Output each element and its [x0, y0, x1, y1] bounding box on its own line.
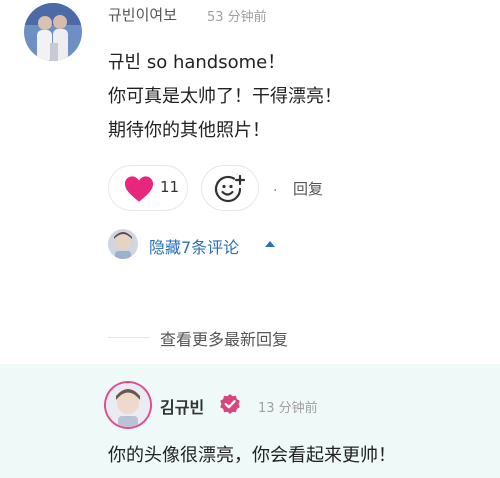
add-emoji-icon[interactable]	[214, 174, 246, 204]
verified-badge-icon	[220, 394, 240, 414]
separator-dot: ·	[273, 183, 278, 199]
comment-text-line: 규빈 so handsome！	[108, 52, 286, 73]
comment-text-line: 期待你的其他照片！	[108, 120, 270, 141]
reply-author-avatar[interactable]	[106, 383, 150, 427]
comment-thread: 규빈이여보 53 分钟前 규빈 so handsome！ 你可真是太帅了！干得漂…	[0, 0, 500, 478]
reply-author-name[interactable]: 김규빈	[160, 394, 204, 418]
heart-icon[interactable]	[124, 175, 154, 203]
replier-avatar	[108, 229, 138, 259]
comment-text-line: 你可真是太帅了！干得漂亮！	[108, 86, 342, 107]
reply-button[interactable]: 回复	[293, 178, 323, 199]
reply-timestamp: 13 分钟前	[258, 401, 318, 416]
hide-replies-link[interactable]: 隐藏7条评论	[149, 234, 239, 258]
view-more-replies-link[interactable]: 查看更多最新回复	[160, 326, 288, 350]
like-count: 11	[160, 178, 180, 196]
caret-up-icon[interactable]	[264, 240, 276, 248]
comment-timestamp: 53 分钟前	[207, 10, 267, 25]
comment-author-name[interactable]: 규빈이여보	[108, 4, 177, 25]
divider-line	[108, 337, 150, 338]
reply-text: 你的头像很漂亮，你会看起来更帅！	[108, 445, 396, 466]
comment-author-avatar[interactable]	[24, 3, 82, 61]
